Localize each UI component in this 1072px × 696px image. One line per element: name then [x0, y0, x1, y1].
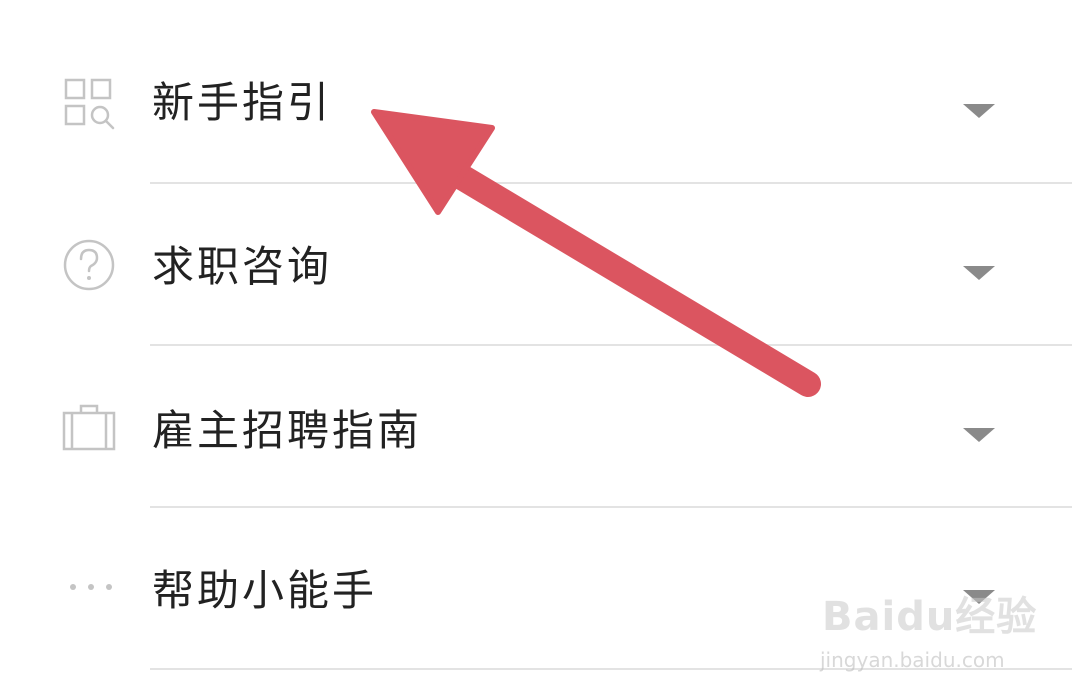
menu-item-help-assistant[interactable]: 帮助小能手	[0, 510, 1072, 672]
more-dots-icon	[56, 554, 122, 620]
menu-item-label: 新手指引	[152, 78, 333, 127]
chevron-down-icon[interactable]	[960, 262, 998, 284]
chevron-down-icon[interactable]	[960, 100, 998, 122]
menu-item-label: 帮助小能手	[152, 566, 378, 615]
chevron-down-icon[interactable]	[960, 424, 998, 446]
briefcase-icon	[56, 394, 122, 460]
divider	[150, 182, 1072, 184]
question-circle-icon	[56, 232, 122, 298]
help-menu-list: 新手指引 求职咨询 雇主招聘指南 帮助小能手	[0, 0, 1072, 696]
divider	[150, 506, 1072, 508]
menu-item-label: 求职咨询	[152, 242, 333, 291]
menu-item-job-consult[interactable]: 求职咨询	[0, 186, 1072, 348]
guide-grid-search-icon	[56, 70, 122, 136]
menu-item-newbie-guide[interactable]: 新手指引	[0, 24, 1072, 186]
menu-item-employer-guide[interactable]: 雇主招聘指南	[0, 348, 1072, 510]
menu-item-label: 雇主招聘指南	[152, 406, 423, 455]
chevron-down-icon[interactable]	[960, 586, 998, 608]
divider	[150, 668, 1072, 670]
divider	[150, 344, 1072, 346]
